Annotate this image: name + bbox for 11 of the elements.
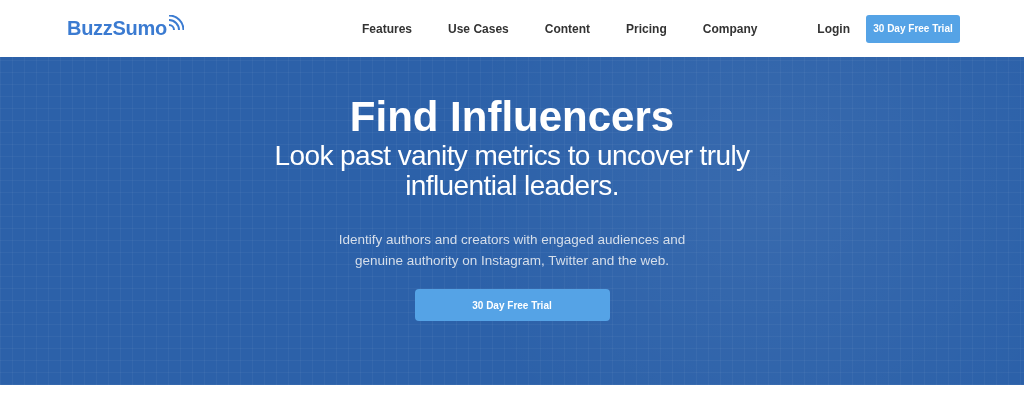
nav-link[interactable]: Use Cases — [448, 21, 509, 36]
hero-description: Identify authors and creators with engaged audiences and genuine authority on Instagram, Twitter and the web. — [337, 231, 687, 270]
logo[interactable]: BuzzSumo — [67, 17, 167, 40]
nav-link[interactable]: Content — [544, 21, 591, 36]
nav-link[interactable]: Pricing — [626, 21, 667, 36]
login-link[interactable]: Login — [817, 21, 850, 36]
signal-waves-icon — [167, 15, 184, 31]
hero-subtitle: Look past vanity metrics to uncover truly influential leaders. — [273, 141, 751, 201]
hero-title: Find Influencers — [349, 93, 675, 141]
nav-link[interactable]: Features — [362, 21, 413, 36]
nav-link[interactable]: Company — [702, 21, 758, 36]
